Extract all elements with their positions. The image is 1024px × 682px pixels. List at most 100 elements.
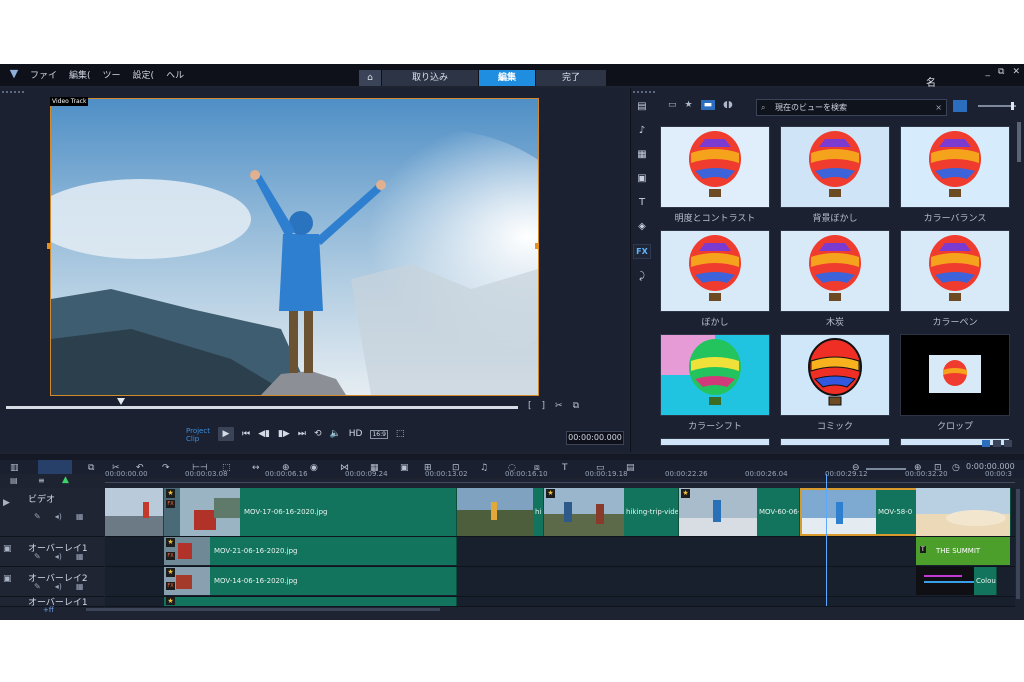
video-clip[interactable]: ★ FX MOV-17-06-16-2020.jpg: [164, 488, 457, 536]
track-visibility-icon[interactable]: ▦: [76, 582, 84, 591]
video-clip[interactable]: [916, 488, 1011, 536]
list-view-icon[interactable]: [982, 440, 990, 447]
effect-item[interactable]: 背景ぼかし: [780, 126, 890, 224]
show-video-icon[interactable]: ▬: [700, 100, 716, 110]
grid-view-icon[interactable]: [993, 440, 1001, 447]
edit-icon[interactable]: ✎: [34, 552, 41, 561]
view-mode-icon[interactable]: [953, 100, 967, 112]
effect-item[interactable]: カラーシフト: [660, 334, 770, 432]
project-mode-label[interactable]: Project: [186, 427, 210, 435]
ripple-icon[interactable]: ✎: [34, 512, 41, 521]
effect-item[interactable]: 明度とコントラスト: [660, 126, 770, 224]
restore-icon[interactable]: ⧉: [998, 67, 1004, 77]
video-clip-selected[interactable]: MOV-58-0: [800, 488, 918, 536]
previous-frame-icon[interactable]: ◀▮: [258, 429, 270, 439]
library-scrollbar[interactable]: [1017, 122, 1021, 162]
track-visibility-icon[interactable]: ▦: [76, 512, 84, 521]
undo-track-icon[interactable]: ⧉: [88, 463, 94, 473]
instant-project-icon[interactable]: ♪: [634, 124, 650, 137]
track-header-overlay1[interactable]: ▣ オーバーレイ1 ✎ ◂) ▦: [0, 537, 104, 567]
fx-filter-tab[interactable]: FX: [633, 244, 651, 259]
menu-edit[interactable]: 編集(: [69, 68, 91, 81]
path-icon[interactable]: ⤸: [634, 270, 650, 283]
close-icon[interactable]: ✕: [1012, 67, 1020, 77]
template-icon[interactable]: ▣: [634, 172, 650, 185]
effect-item[interactable]: 木炭: [780, 230, 890, 328]
timeline-ruler[interactable]: 00:00:00.00 00:00:03.08 00:00:06.16 00:0…: [105, 469, 1015, 481]
overlay-clip[interactable]: ★: [164, 597, 457, 606]
mark-out-icon[interactable]: ]: [542, 401, 546, 411]
menu-settings[interactable]: 設定(: [133, 68, 155, 81]
timeline-horizontal-scrollbar[interactable]: [86, 608, 440, 611]
effect-item[interactable]: コミック: [780, 334, 890, 432]
clip-mode-label[interactable]: Clip: [186, 435, 210, 443]
thumbnail-size-slider[interactable]: [978, 102, 1016, 110]
add-track-icon[interactable]: ▲: [62, 475, 69, 485]
home-icon[interactable]: ⏮: [242, 429, 250, 439]
resize-handle-right[interactable]: [535, 243, 539, 249]
hd-toggle[interactable]: HD: [349, 429, 363, 439]
track-visibility-icon[interactable]: ▦: [76, 552, 84, 561]
home-tab-icon[interactable]: ⌂: [359, 70, 382, 86]
zoom-to-fit-icon[interactable]: ⬚: [396, 429, 405, 439]
aspect-ratio-selector[interactable]: 16:9: [370, 429, 388, 439]
title-clip[interactable]: T THE SUMMIT: [916, 537, 1010, 565]
scrubber-knob[interactable]: [117, 398, 125, 405]
show-audio-icon[interactable]: ◖◗: [723, 100, 732, 110]
chapter-icon[interactable]: ≡: [38, 476, 45, 485]
video-clip[interactable]: ★ MOV-60-06-: [679, 488, 800, 536]
overlay-clip[interactable]: ★ FX MOV-14-06-16-2020.jpg: [164, 567, 457, 595]
library-grip[interactable]: [633, 91, 655, 96]
menu-help[interactable]: ヘル: [166, 68, 184, 81]
transition-icon[interactable]: ▦: [634, 148, 650, 161]
clear-search-icon[interactable]: ×: [935, 100, 942, 115]
library-search-input[interactable]: ⌕ 現在のビューを検索 ×: [756, 99, 947, 116]
volume-icon[interactable]: 🔈: [330, 429, 341, 439]
video-clip[interactable]: [105, 488, 164, 536]
mark-in-icon[interactable]: [: [528, 401, 532, 411]
minimize-icon[interactable]: _: [986, 67, 991, 77]
effect-item[interactable]: ぼかし: [660, 230, 770, 328]
overlay-clip[interactable]: ★ FX MOV-21-06-16-2020.jpg: [164, 537, 457, 565]
favorite-icon[interactable]: ★: [685, 100, 693, 110]
tab-share[interactable]: 完了: [536, 70, 607, 86]
mute-icon[interactable]: ◂): [55, 512, 62, 521]
next-frame-icon[interactable]: ▮▶: [278, 429, 290, 439]
video-clip[interactable]: hi: [457, 488, 544, 536]
track-header-overlay2[interactable]: ▣ オーバーレイ2 ✎ ◂) ▦: [0, 567, 104, 597]
edit-icon[interactable]: ✎: [34, 582, 41, 591]
menu-file[interactable]: ファイ: [30, 68, 57, 81]
storyboard-view-icon[interactable]: ▥: [10, 463, 19, 473]
panel-grip[interactable]: [2, 91, 24, 96]
mute-icon[interactable]: ◂): [55, 582, 62, 591]
end-icon[interactable]: ⏭: [298, 429, 306, 439]
effect-item[interactable]: カラーペン: [900, 230, 1010, 328]
track-manager-icon[interactable]: ▤: [10, 476, 18, 485]
title-icon[interactable]: T: [634, 196, 650, 209]
timeline-vertical-scrollbar[interactable]: [1016, 489, 1020, 599]
track-header-video[interactable]: ▶ ビデオ ✎ ◂) ▦: [0, 488, 104, 537]
repeat-icon[interactable]: ⟲: [314, 429, 322, 439]
copy-icon[interactable]: ⧉: [573, 401, 579, 411]
browse-icon[interactable]: ▭: [668, 100, 677, 110]
media-icon[interactable]: ▤: [634, 100, 650, 113]
menu-tools[interactable]: ツー: [103, 68, 121, 81]
project-clip-toggle[interactable]: Project Clip: [186, 427, 210, 443]
tab-edit[interactable]: 編集: [479, 70, 536, 86]
preview-scrubber[interactable]: [6, 406, 518, 409]
mute-icon[interactable]: ◂): [55, 552, 62, 561]
play-icon[interactable]: ▶: [218, 427, 234, 441]
video-preview[interactable]: [50, 98, 539, 396]
video-clip[interactable]: ★ hiking-trip-video: [544, 488, 679, 536]
detail-view-icon[interactable]: [1004, 440, 1012, 447]
graphics-icon[interactable]: ◈: [634, 220, 650, 233]
timeline-playhead[interactable]: [826, 474, 827, 606]
tab-capture[interactable]: 取り込み: [382, 70, 479, 86]
color-clip[interactable]: Colou: [916, 567, 997, 595]
preview-timecode[interactable]: 00:00:00.000: [566, 431, 624, 445]
effect-item[interactable]: カラーバランス: [900, 126, 1010, 224]
timeline-zoom-label[interactable]: +ff: [43, 606, 54, 614]
resize-handle-left[interactable]: [47, 243, 51, 249]
split-icon[interactable]: ✂: [555, 401, 563, 411]
effect-item[interactable]: クロップ: [900, 334, 1010, 432]
